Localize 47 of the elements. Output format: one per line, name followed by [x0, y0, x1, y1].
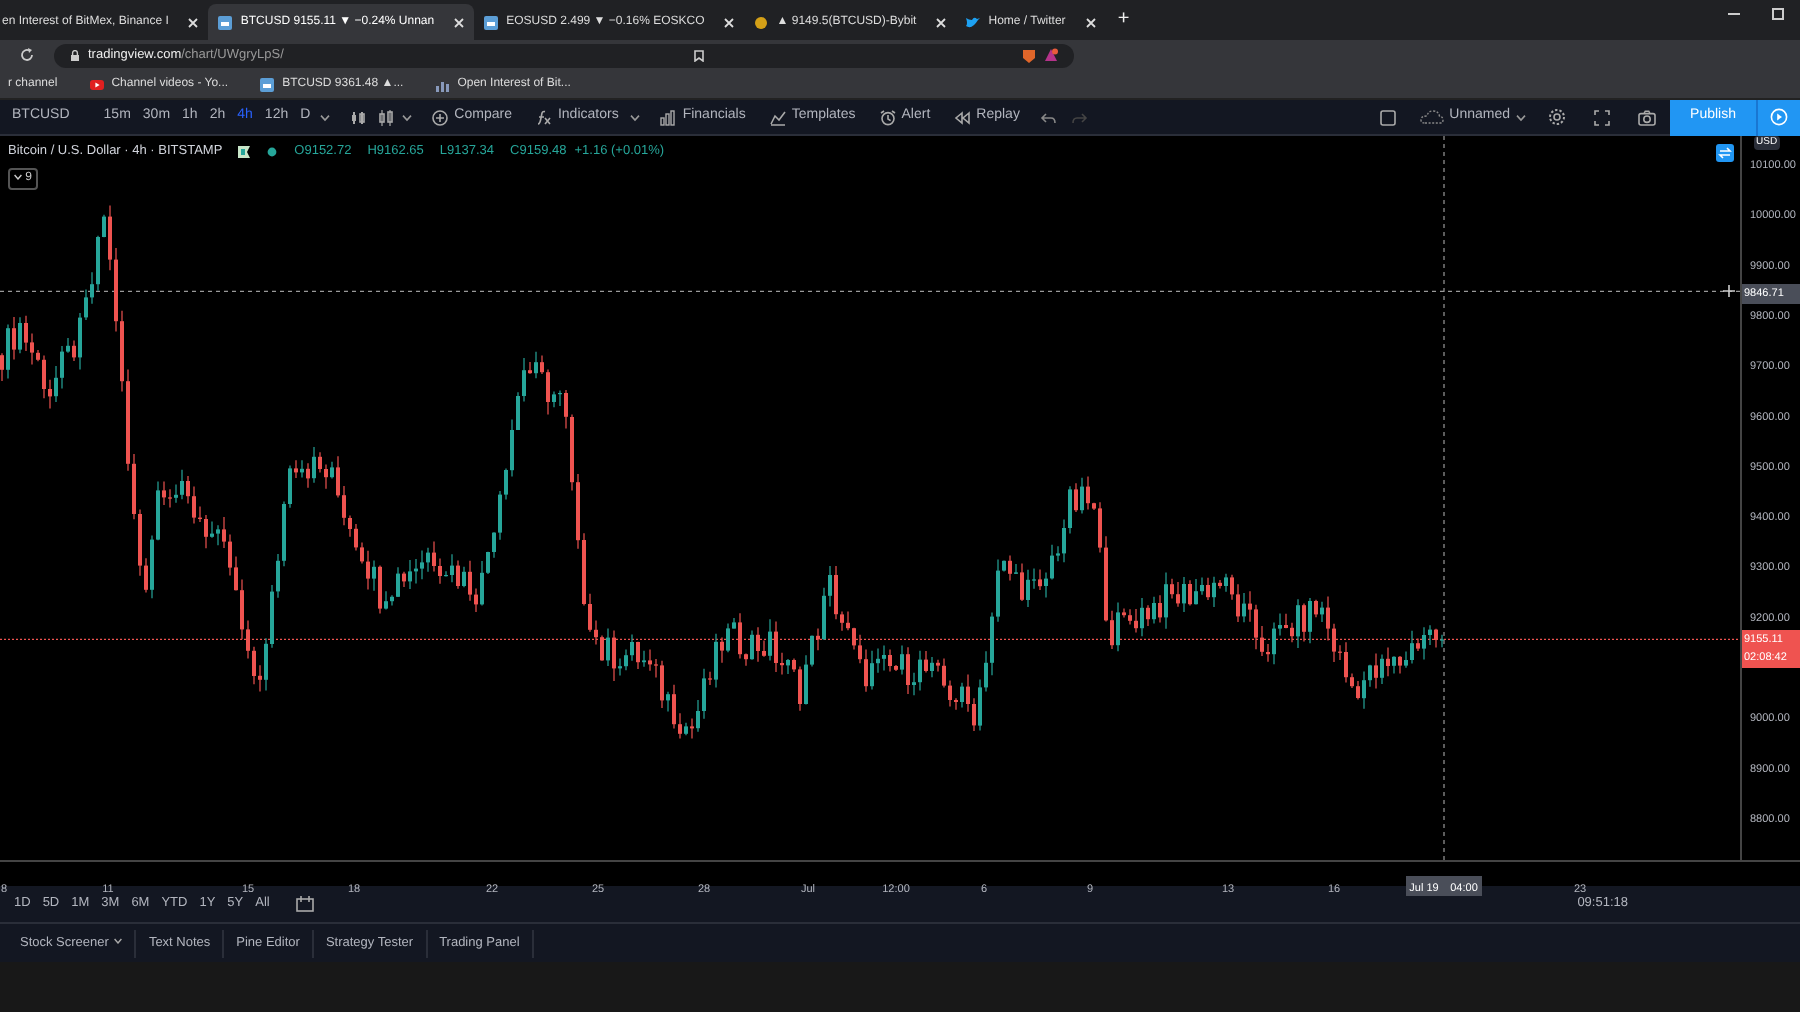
caret-icon: [1516, 113, 1527, 121]
new-tab-button[interactable]: +: [1117, 4, 1130, 34]
bird-icon: [966, 15, 981, 29]
crosshair-plus-icon[interactable]: [1722, 284, 1736, 299]
caret-icon[interactable]: [630, 113, 641, 121]
close-icon[interactable]: [1085, 17, 1096, 27]
undo-icon[interactable]: [1039, 111, 1056, 123]
settings-icon[interactable]: [1548, 108, 1567, 126]
video-icon: [89, 77, 104, 91]
function-icon: [535, 109, 552, 125]
coin-icon: [754, 15, 769, 29]
bar-chart-icon: [660, 109, 677, 125]
close-icon[interactable]: [724, 17, 735, 27]
close-icon[interactable]: [454, 17, 465, 27]
chart-logo-icon: [260, 77, 275, 91]
flag-icon[interactable]: [238, 145, 251, 158]
bar-style-icon[interactable]: [350, 109, 367, 125]
chart-logo-icon: [484, 15, 499, 29]
caret-icon: [14, 173, 22, 180]
status-dot-icon: [266, 145, 279, 158]
maximize-icon[interactable]: [1772, 8, 1784, 20]
alarm-clock-icon: [879, 109, 896, 125]
template-icon: [769, 109, 786, 125]
fullscreen-icon[interactable]: [1594, 109, 1611, 125]
cloud-icon: [1419, 110, 1444, 124]
calendar-icon[interactable]: [295, 896, 314, 912]
close-icon[interactable]: [188, 17, 199, 27]
auto-scale-icon[interactable]: [1716, 144, 1734, 162]
candles-icon[interactable]: [378, 109, 395, 125]
play-button[interactable]: [1756, 99, 1800, 135]
bookmark-icon[interactable]: [694, 49, 704, 61]
plus-icon: [432, 109, 449, 125]
minimize-icon[interactable]: [1728, 8, 1740, 20]
triangle-icon[interactable]: [1044, 48, 1058, 62]
lock-icon: [70, 49, 80, 61]
rewind-icon: [954, 109, 971, 125]
chart-logo-icon: [218, 15, 233, 29]
square-icon[interactable]: [1379, 109, 1396, 125]
shield-icon[interactable]: [1022, 47, 1036, 63]
camera-icon[interactable]: [1638, 109, 1657, 125]
caret-icon[interactable]: [320, 113, 331, 121]
close-icon[interactable]: [936, 17, 947, 27]
play-icon: [1770, 108, 1788, 126]
reload-icon[interactable]: [20, 48, 34, 62]
bar-chart-icon: [435, 77, 450, 91]
caret-icon[interactable]: [402, 113, 413, 121]
caret-icon: [114, 938, 123, 945]
